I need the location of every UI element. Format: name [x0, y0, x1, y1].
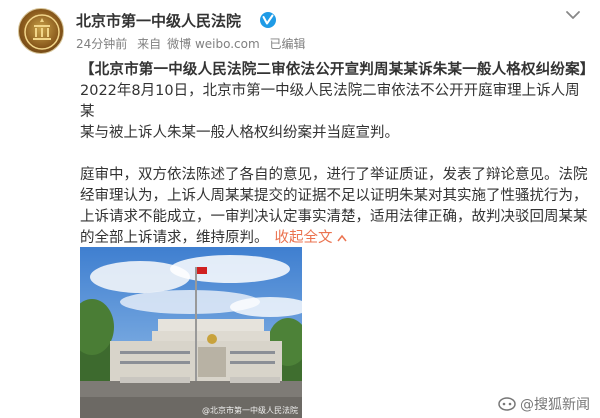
post-paragraph-2-line-2: 经审理认为，上诉人周某某提交的证据不足以证明朱某对其实施了性骚扰行为， — [80, 188, 588, 204]
collapse-button[interactable]: 收起全文 — [275, 230, 347, 246]
post-source[interactable]: 微博 weibo.com — [167, 37, 260, 51]
chevron-down-icon[interactable] — [564, 8, 582, 22]
post-time[interactable]: 24分钟前 — [76, 37, 127, 51]
chevron-up-icon — [336, 234, 347, 242]
collapse-label: 收起全文 — [274, 230, 333, 246]
source-prefix: 来自 — [137, 37, 162, 51]
court-emblem-icon — [24, 14, 60, 50]
post-paragraph-2-line-4-text: 的全部上诉请求，维持原判。 — [80, 230, 269, 246]
avatar[interactable] — [18, 8, 64, 54]
post-paragraph-2-line-1: 庭审中，双方依法陈述了各自的意见，进行了举证质证，发表了辩论意见。法院 — [80, 167, 588, 183]
page-watermark-text: @搜狐新闻 — [520, 397, 590, 413]
post-paragraph-2-line-4: 的全部上诉请求，维持原判。 收起全文 — [80, 228, 590, 249]
post-image[interactable]: @北京市第一中级人民法院 — [80, 247, 302, 418]
page-watermark: @搜狐新闻 — [498, 394, 590, 414]
edited-label[interactable]: 已编辑 — [270, 37, 306, 51]
photo-watermark: @北京市第一中级人民法院 — [202, 406, 298, 415]
post-body: 【北京市第一中级人民法院二审依法公开宣判周某某诉朱某一般人格权纠纷案】 2022… — [80, 60, 595, 249]
post-title: 【北京市第一中级人民法院二审依法公开宣判周某某诉朱某一般人格权纠纷案】 — [80, 62, 595, 78]
verified-badge-icon — [260, 12, 276, 28]
sohu-logo-icon — [498, 397, 516, 411]
post-meta: 24分钟前 来自 微博 weibo.com 已编辑 — [76, 35, 312, 52]
post-paragraph-2-line-3: 上诉请求不能成立，一审判决认定事实清楚，适用法律正确，故判决驳回周某某 — [80, 209, 588, 225]
account-name[interactable]: 北京市第一中级人民法院 — [76, 10, 241, 31]
post-paragraph-1-line-2: 某与被上诉人朱某一般人格权纠纷案并当庭宣判。 — [80, 125, 399, 141]
post-paragraph-1-line-1: 2022年8月10日，北京市第一中级人民法院二审依法不公开开庭审理上诉人周某 — [80, 83, 580, 120]
post-header: 北京市第一中级人民法院 24分钟前 来自 微博 weibo.com 已编辑 — [16, 6, 586, 56]
court-building-photo — [80, 247, 302, 418]
